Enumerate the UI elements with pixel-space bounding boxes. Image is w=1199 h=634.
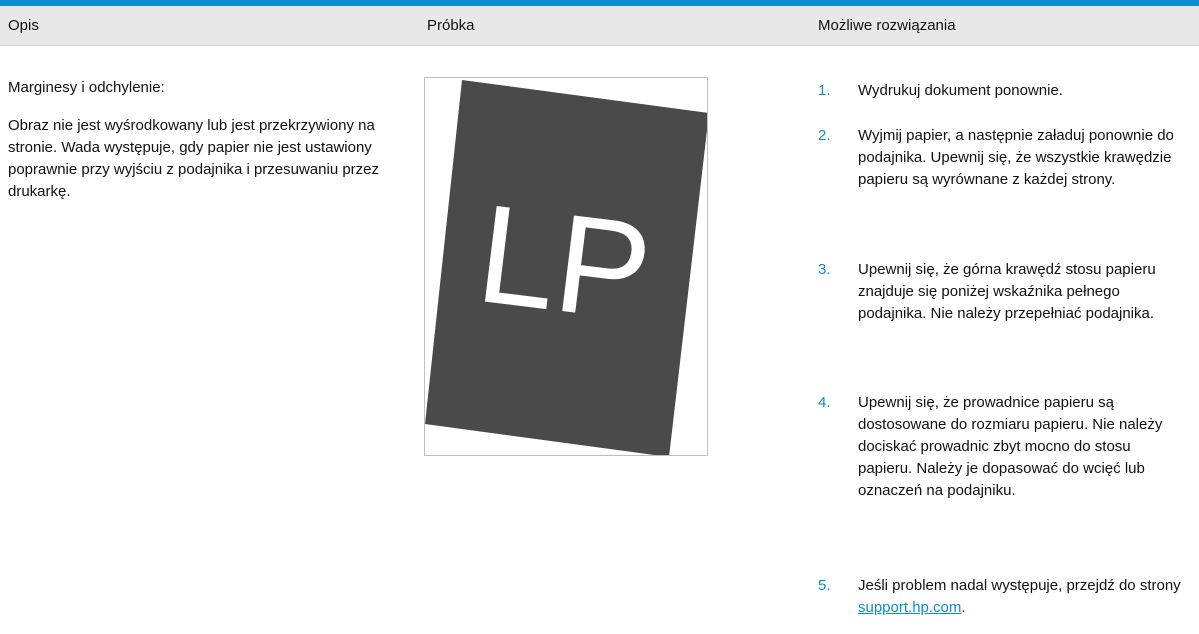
step-text-main: Jeśli problem nadal występuje, przejdź d… <box>858 577 1181 594</box>
step-number: 3. <box>818 261 831 278</box>
column-header-rozwiazania: Możliwe rozwiązania <box>818 17 956 34</box>
step-text: Jeśli problem nadal występuje, przejdź d… <box>858 575 1186 619</box>
step-number: 4. <box>818 394 831 411</box>
table-header: Opis Próbka Możliwe rozwiązania <box>0 6 1199 46</box>
step-number: 5. <box>818 577 831 594</box>
step-text: Wyjmij papier, a następnie załaduj ponow… <box>858 127 1174 188</box>
skewed-page-illustration: LP <box>425 80 707 455</box>
support-link[interactable]: support.hp.com <box>858 599 961 616</box>
step-text-suffix: . <box>961 599 966 616</box>
step-number: 1. <box>818 82 831 99</box>
step-text: Upewnij się, że prowadnice papieru są do… <box>858 394 1163 499</box>
sample-image: LP <box>424 77 708 456</box>
sample-letters: LP <box>470 174 659 351</box>
step-number: 2. <box>818 127 831 144</box>
step-text: Upewnij się, że górna krawędź stosu papi… <box>858 261 1156 322</box>
column-header-opis: Opis <box>8 17 39 34</box>
description-title: Marginesy i odchylenie: <box>8 79 165 96</box>
step-text: Wydrukuj dokument ponownie. <box>858 82 1063 99</box>
column-header-probka: Próbka <box>427 17 475 34</box>
description-body: Obraz nie jest wyśrodkowany lub jest prz… <box>8 117 380 200</box>
